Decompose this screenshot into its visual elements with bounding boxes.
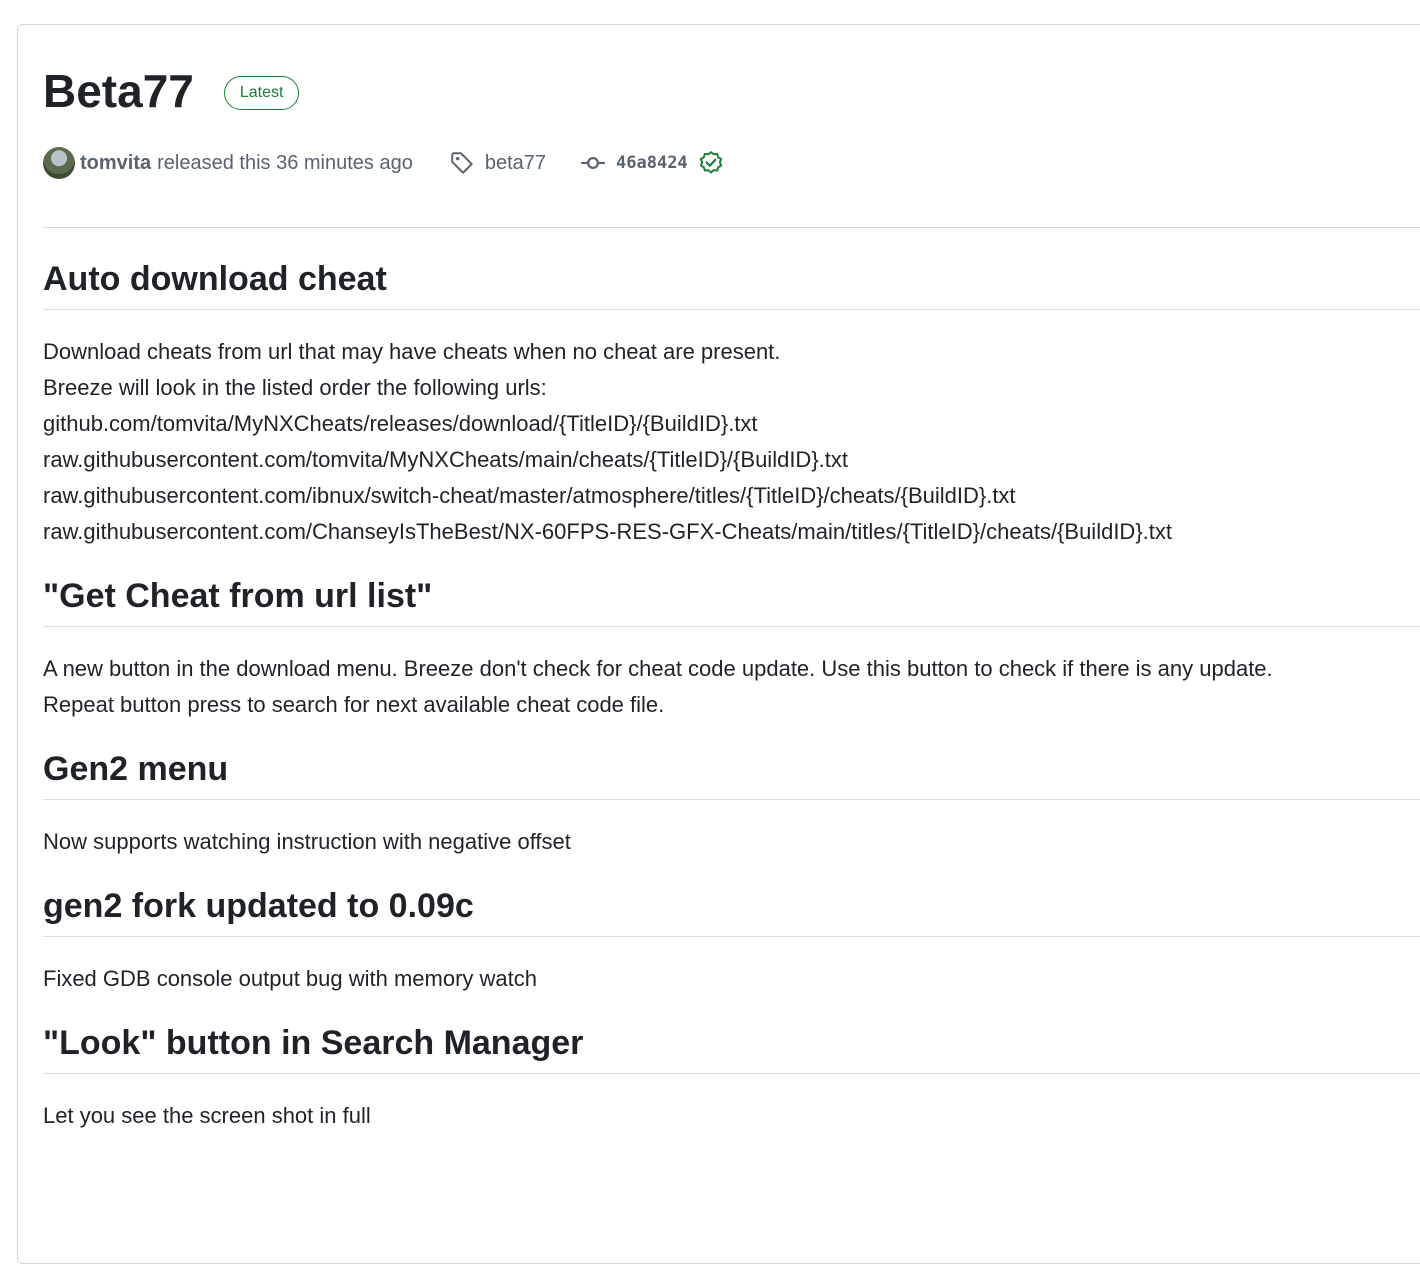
commit-icon <box>581 157 605 169</box>
author-link[interactable]: tomvita <box>80 152 151 175</box>
section-gen2-fork-update: gen2 fork updated to 0.09c Fixed GDB con… <box>43 880 1420 997</box>
section-heading: "Get Cheat from url list" <box>43 577 433 615</box>
section-look-button: "Look" button in Search Manager Let you … <box>43 1017 1420 1134</box>
tag-link[interactable]: beta77 <box>485 152 546 175</box>
section-divider <box>43 1073 1420 1074</box>
section-divider <box>43 799 1420 800</box>
section-heading: "Look" button in Search Manager <box>43 1024 584 1062</box>
release-card: Beta77 Latest tomvita released this 36 m… <box>17 24 1420 1264</box>
section-gen2-menu: Gen2 menu Now supports watching instruct… <box>43 743 1420 860</box>
verified-icon[interactable] <box>698 150 724 176</box>
section-text: Repeat button press to search for next a… <box>43 692 665 717</box>
commit-link[interactable]: 46a8424 <box>616 153 688 173</box>
url-line: github.com/tomvita/MyNXCheats/releases/d… <box>43 411 758 436</box>
section-heading: Gen2 menu <box>43 750 229 788</box>
url-line: raw.githubusercontent.com/tomvita/MyNXCh… <box>43 447 848 472</box>
release-title[interactable]: Beta77 <box>43 63 194 119</box>
release-notes: Auto download cheat Download cheats from… <box>43 253 1420 1154</box>
released-text: released this 36 minutes ago <box>157 151 413 174</box>
release-header: Beta77 Latest <box>43 63 300 119</box>
section-divider <box>43 309 1420 310</box>
section-heading: gen2 fork updated to 0.09c <box>43 887 474 925</box>
release-meta: tomvita released this 36 minutes ago bet… <box>43 147 724 179</box>
section-text: Fixed GDB console output bug with memory… <box>43 966 538 991</box>
section-heading: Auto download cheat <box>43 260 387 298</box>
header-divider <box>43 227 1420 228</box>
avatar[interactable] <box>43 147 75 179</box>
url-line: raw.githubusercontent.com/ibnux/switch-c… <box>43 483 1016 508</box>
section-text: A new button in the download menu. Breez… <box>43 656 1273 681</box>
section-text: Now supports watching instruction with n… <box>43 829 571 854</box>
section-text: Download cheats from url that may have c… <box>43 339 781 364</box>
section-text: Breeze will look in the listed order the… <box>43 375 547 400</box>
section-auto-download-cheat: Auto download cheat Download cheats from… <box>43 253 1420 550</box>
section-divider <box>43 936 1420 937</box>
section-divider <box>43 626 1420 627</box>
latest-badge: Latest <box>223 76 300 110</box>
section-get-cheat-from-url-list: "Get Cheat from url list" A new button i… <box>43 570 1420 723</box>
section-text: Let you see the screen shot in full <box>43 1103 371 1128</box>
url-line: raw.githubusercontent.com/ChanseyIsTheBe… <box>43 519 1173 544</box>
tag-icon <box>451 152 473 174</box>
